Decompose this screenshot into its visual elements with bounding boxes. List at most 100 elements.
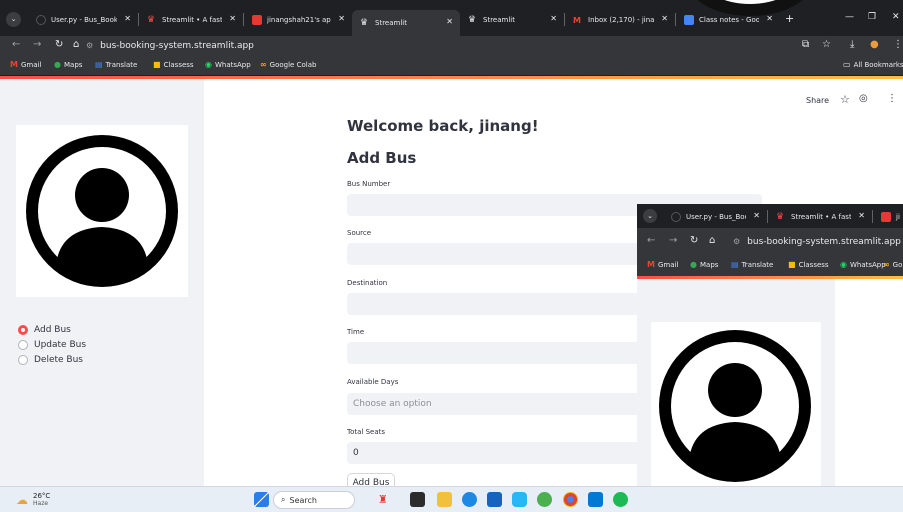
maps-pin-icon: ● xyxy=(690,260,697,269)
minimize-icon[interactable]: — xyxy=(845,12,854,22)
game-app-icon[interactable]: ♜ xyxy=(378,492,393,507)
close-icon[interactable]: ✕ xyxy=(661,14,668,23)
cast-icon[interactable]: ⧉ xyxy=(802,39,809,50)
bookmark-label: Go xyxy=(892,260,903,269)
share-button[interactable]: Share xyxy=(806,96,829,105)
bookmark-whatsapp[interactable]: ◉ WhatsApp xyxy=(205,60,251,69)
back-icon[interactable]: ← xyxy=(12,39,20,50)
terminal-app-icon[interactable] xyxy=(410,492,425,507)
colab-icon: ∞ xyxy=(883,260,890,269)
streamlit-icon: ♛ xyxy=(776,212,785,222)
close-window-icon[interactable]: ✕ xyxy=(892,12,900,22)
vscode-app-icon[interactable] xyxy=(588,492,603,507)
close-icon[interactable]: ✕ xyxy=(124,14,131,23)
bookmark-star-icon[interactable]: ☆ xyxy=(822,39,831,50)
github-icon[interactable]: ◎ xyxy=(859,93,868,104)
radio-unselected-icon[interactable] xyxy=(18,354,28,365)
reload-icon[interactable]: ↻ xyxy=(55,39,63,50)
tab-title: User.py - Bus_Booking xyxy=(686,213,746,221)
tab-title: User.py - Bus_Booking xyxy=(51,16,117,24)
overlay-tab-streamlit[interactable]: ♛ Streamlit • A faster w ✕ xyxy=(768,207,872,227)
close-icon[interactable]: ✕ xyxy=(446,17,453,26)
site-info-icon[interactable]: ⚙ xyxy=(86,38,93,54)
tab-streamlit-active[interactable]: ♛ Streamlit ✕ xyxy=(352,10,460,36)
tab-streamlit-2[interactable]: ♛ Streamlit ✕ xyxy=(460,10,564,30)
radio-selected-icon[interactable] xyxy=(18,324,28,335)
streamlit-red-icon xyxy=(252,15,262,25)
radio-unselected-icon[interactable] xyxy=(18,339,28,350)
tab-gmail-inbox[interactable]: M Inbox (2,170) - jinang ✕ xyxy=(565,10,675,30)
bookmark-classess[interactable]: ■ Classess xyxy=(788,260,829,269)
bookmark-gmail[interactable]: M Gmail xyxy=(10,60,41,69)
close-icon[interactable]: ✕ xyxy=(229,14,236,23)
windows-taskbar: ☁ 26°C Haze ⌕ Search ♜ xyxy=(0,486,903,512)
streamlit-icon: ♛ xyxy=(360,18,369,28)
user-avatar-icon xyxy=(26,135,178,287)
bookmark-gmail[interactable]: M Gmail xyxy=(647,260,678,269)
file-explorer-icon[interactable] xyxy=(437,492,452,507)
home-icon[interactable]: ⌂ xyxy=(73,39,79,50)
store-app-icon[interactable] xyxy=(487,492,502,507)
bookmark-classess[interactable]: ■ Classess xyxy=(153,60,194,69)
radio-delete-bus[interactable]: Delete Bus xyxy=(18,352,86,367)
gmail-icon: M xyxy=(573,15,581,25)
reload-icon[interactable]: ↻ xyxy=(690,235,698,246)
tab-title: Streamlit • A faster w xyxy=(791,213,851,221)
extension-icon[interactable]: ● xyxy=(870,39,879,50)
whatsapp-icon: ◉ xyxy=(840,260,847,269)
classroom-icon: ■ xyxy=(153,60,161,69)
tab-user-py[interactable]: User.py - Bus_Booking ✕ xyxy=(28,10,138,30)
bookmark-maps[interactable]: ● Maps xyxy=(690,260,718,269)
close-icon[interactable]: ✕ xyxy=(753,211,760,220)
bookmark-colab[interactable]: ∞ Google Colab xyxy=(260,60,316,69)
colab-icon: ∞ xyxy=(260,60,267,69)
taskbar-search[interactable]: ⌕ Search xyxy=(273,491,355,509)
tab-streamlit-faster[interactable]: ♛ Streamlit • A faster way ✕ xyxy=(139,10,243,30)
menu-icon[interactable]: ⋮ xyxy=(893,39,903,50)
edge-browser-icon[interactable] xyxy=(462,492,477,507)
haze-weather-icon: ☁ xyxy=(16,492,28,507)
forward-icon[interactable]: → xyxy=(669,235,677,246)
main-menu-icon[interactable]: ⋮ xyxy=(887,93,897,104)
overlay-tab-apps[interactable]: ji xyxy=(873,207,903,227)
weather-widget[interactable]: ☁ 26°C Haze xyxy=(16,492,50,507)
overlay-tab-user-py[interactable]: User.py - Bus_Booking ✕ xyxy=(663,207,767,227)
chrome-app-icon[interactable] xyxy=(563,492,578,507)
radio-add-bus[interactable]: Add Bus xyxy=(18,322,86,337)
bookmark-maps[interactable]: ● Maps xyxy=(54,60,82,69)
tab-search-button[interactable]: ⌄ xyxy=(6,12,21,27)
windows-start-icon[interactable] xyxy=(254,492,269,507)
chat-app-icon[interactable] xyxy=(512,492,527,507)
forward-icon[interactable]: → xyxy=(33,39,41,50)
url-field[interactable]: ⚙ bus-booking-system.streamlit.app xyxy=(86,38,766,54)
weather-temp: 26°C xyxy=(33,492,51,500)
close-icon[interactable]: ✕ xyxy=(858,211,865,220)
close-icon[interactable]: ✕ xyxy=(550,14,557,23)
bus-number-label: Bus Number xyxy=(347,180,391,188)
site-info-icon[interactable]: ⚙ xyxy=(733,234,740,250)
weather-condition: Haze xyxy=(33,500,49,507)
bookmark-whatsapp[interactable]: ◉ WhatsApp xyxy=(840,260,886,269)
download-icon[interactable]: ⤓ xyxy=(850,39,854,50)
all-bookmarks[interactable]: ▭ All Bookmarks xyxy=(843,60,903,69)
radio-label: Delete Bus xyxy=(34,354,83,365)
bookmark-translate[interactable]: ▤ Translate xyxy=(731,260,773,269)
star-icon[interactable]: ☆ xyxy=(840,93,850,106)
whatsapp-app-icon[interactable] xyxy=(537,492,552,507)
back-icon[interactable]: ← xyxy=(647,235,655,246)
radio-update-bus[interactable]: Update Bus xyxy=(18,337,86,352)
bookmark-translate[interactable]: ▤ Translate xyxy=(95,60,137,69)
tab-apps[interactable]: jinangshah21's apps ✕ xyxy=(244,10,352,30)
overlay-bookmarks-bar: M Gmail ● Maps ▤ Translate ■ Classess ◉ … xyxy=(637,256,903,276)
spotify-app-icon[interactable] xyxy=(613,492,628,507)
maximize-icon[interactable]: ❐ xyxy=(868,12,876,22)
bookmark-label: Translate xyxy=(105,60,138,69)
home-icon[interactable]: ⌂ xyxy=(709,235,715,246)
bookmark-label: WhatsApp xyxy=(214,60,251,69)
add-bus-heading: Add Bus xyxy=(347,149,417,167)
overlay-url-field[interactable]: ⚙ bus-booking-system.streamlit.app xyxy=(733,234,903,250)
bookmark-colab[interactable]: ∞ Go xyxy=(883,260,902,269)
close-icon[interactable]: ✕ xyxy=(338,14,345,23)
tab-search-button[interactable]: ⌄ xyxy=(643,209,657,223)
gmail-icon: M xyxy=(10,60,18,69)
